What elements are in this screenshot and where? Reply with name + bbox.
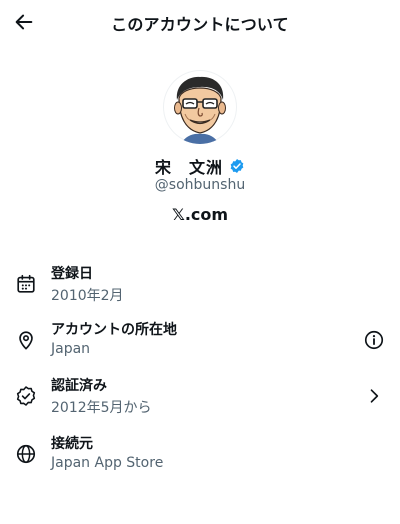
chevron-right-icon xyxy=(370,389,379,403)
globe-icon xyxy=(14,442,38,466)
info-row-connected-via: 接続元 Japan App Store xyxy=(0,432,400,478)
page-title: このアカウントについて xyxy=(111,15,289,34)
info-row-verified[interactable]: 認証済み 2012年5月から xyxy=(0,374,400,420)
info-icon xyxy=(364,330,384,350)
about-account-page: このアカウントについて 宋 文洲 @sohbunshu 𝕏.com 登録日 20… xyxy=(0,0,400,524)
row-label: 認証済み xyxy=(51,378,107,394)
verified-badge-outline-icon xyxy=(14,384,38,408)
display-name: 宋 文洲 xyxy=(154,158,223,177)
verified-badge-icon xyxy=(230,159,244,173)
service-name: 𝕏.com xyxy=(171,205,229,224)
verified-details-button[interactable] xyxy=(362,384,386,408)
avatar xyxy=(163,70,237,144)
location-pin-icon xyxy=(14,328,38,352)
location-info-button[interactable] xyxy=(362,328,386,352)
handle: @sohbunshu xyxy=(154,177,246,193)
name-row: 宋 文洲 xyxy=(0,154,400,178)
row-value: Japan xyxy=(51,341,91,357)
row-label: 登録日 xyxy=(51,266,93,282)
header: このアカウントについて xyxy=(0,0,400,44)
row-value: 2010年2月 xyxy=(51,288,124,304)
calendar-icon xyxy=(14,272,38,296)
row-value: 2012年5月から xyxy=(51,400,152,416)
row-label: アカウントの所在地 xyxy=(51,322,177,338)
row-value: Japan App Store xyxy=(51,455,164,471)
row-label: 接続元 xyxy=(51,436,93,452)
info-row-location: アカウントの所在地 Japan xyxy=(0,318,400,364)
info-row-joined: 登録日 2010年2月 xyxy=(0,262,400,308)
